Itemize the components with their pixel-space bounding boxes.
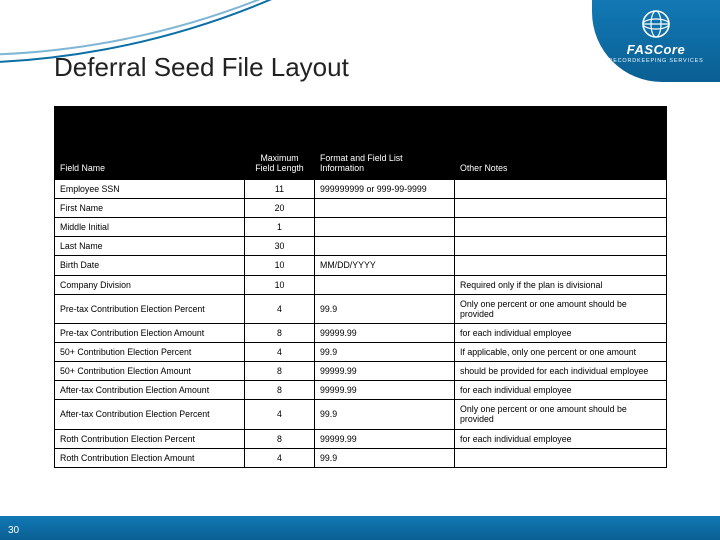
td-field-name: Roth Contribution Election Percent: [55, 429, 245, 448]
table-row: Birth Date10MM/DD/YYYY: [55, 256, 667, 275]
td-field-name: 50+ Contribution Election Percent: [55, 342, 245, 361]
td-field-name: After-tax Contribution Election Percent: [55, 400, 245, 429]
td-format: 99999.99: [315, 323, 455, 342]
table-row: Last Name30: [55, 237, 667, 256]
th-field-name: Field Name: [55, 107, 245, 180]
td-max-length: 8: [245, 429, 315, 448]
td-max-length: 8: [245, 323, 315, 342]
td-notes: [455, 256, 667, 275]
brand-subtitle: RECORDKEEPING SERVICES: [592, 58, 720, 64]
td-max-length: 10: [245, 275, 315, 294]
td-notes: should be provided for each individual e…: [455, 362, 667, 381]
td-field-name: 50+ Contribution Election Amount: [55, 362, 245, 381]
table-row: After-tax Contribution Election Amount89…: [55, 381, 667, 400]
td-format: [315, 275, 455, 294]
td-notes: Only one percent or one amount should be…: [455, 294, 667, 323]
td-notes: for each individual employee: [455, 381, 667, 400]
td-notes: for each individual employee: [455, 323, 667, 342]
td-format: 99999.99: [315, 362, 455, 381]
td-notes: [455, 218, 667, 237]
td-format: 99.9: [315, 400, 455, 429]
td-field-name: Employee SSN: [55, 180, 245, 199]
page-number: 30: [8, 525, 19, 536]
td-notes: Required only if the plan is divisional: [455, 275, 667, 294]
td-format: [315, 199, 455, 218]
td-format: 99999.99: [315, 429, 455, 448]
td-field-name: Birth Date: [55, 256, 245, 275]
table-row: Middle Initial1: [55, 218, 667, 237]
td-format: MM/DD/YYYY: [315, 256, 455, 275]
td-max-length: 20: [245, 199, 315, 218]
td-field-name: Last Name: [55, 237, 245, 256]
td-format: 99.9: [315, 294, 455, 323]
td-format: 99.9: [315, 448, 455, 467]
td-field-name: First Name: [55, 199, 245, 218]
globe-icon: [638, 8, 674, 40]
th-format: Format and Field List Information: [315, 107, 455, 180]
brand-badge: FASCore RECORDKEEPING SERVICES: [592, 0, 720, 82]
td-format: 999999999 or 999-99-9999: [315, 180, 455, 199]
td-field-name: Pre-tax Contribution Election Amount: [55, 323, 245, 342]
table-row: 50+ Contribution Election Amount899999.9…: [55, 362, 667, 381]
table-row: Company Division10 Required only if the p…: [55, 275, 667, 294]
td-max-length: 11: [245, 180, 315, 199]
td-notes: Only one percent or one amount should be…: [455, 400, 667, 429]
td-max-length: 4: [245, 400, 315, 429]
td-max-length: 8: [245, 362, 315, 381]
table-row: After-tax Contribution Election Percent4…: [55, 400, 667, 429]
td-field-name: Middle Initial: [55, 218, 245, 237]
td-field-name: After-tax Contribution Election Amount: [55, 381, 245, 400]
td-notes: If applicable, only one percent or one a…: [455, 342, 667, 361]
td-format: 99.9: [315, 342, 455, 361]
td-notes: for each individual employee: [455, 429, 667, 448]
page-title: Deferral Seed File Layout: [54, 52, 349, 83]
td-field-name: Pre-tax Contribution Election Percent: [55, 294, 245, 323]
td-format: 99999.99: [315, 381, 455, 400]
table-row: Pre-tax Contribution Election Amount8999…: [55, 323, 667, 342]
table-row: First Name20: [55, 199, 667, 218]
table-row: Roth Contribution Election Amount499.9: [55, 448, 667, 467]
th-max-length: Maximum Field Length: [245, 107, 315, 180]
td-format: [315, 218, 455, 237]
td-notes: [455, 448, 667, 467]
td-max-length: 4: [245, 342, 315, 361]
td-notes: [455, 237, 667, 256]
td-field-name: Roth Contribution Election Amount: [55, 448, 245, 467]
table-row: Pre-tax Contribution Election Percent499…: [55, 294, 667, 323]
td-field-name: Company Division: [55, 275, 245, 294]
td-max-length: 4: [245, 448, 315, 467]
th-notes: Other Notes: [455, 107, 667, 180]
table-header-row: Field Name Maximum Field Length Format a…: [55, 107, 667, 180]
td-max-length: 1: [245, 218, 315, 237]
td-notes: [455, 180, 667, 199]
brand-name: FASCore: [592, 42, 720, 57]
td-max-length: 30: [245, 237, 315, 256]
td-max-length: 10: [245, 256, 315, 275]
td-format: [315, 237, 455, 256]
td-max-length: 8: [245, 381, 315, 400]
td-notes: [455, 199, 667, 218]
footer-band: 30: [0, 516, 720, 540]
table-row: Roth Contribution Election Percent899999…: [55, 429, 667, 448]
table-row: 50+ Contribution Election Percent499.9If…: [55, 342, 667, 361]
td-max-length: 4: [245, 294, 315, 323]
slide: FASCore RECORDKEEPING SERVICES Deferral …: [0, 0, 720, 540]
table-row: Employee SSN11999999999 or 999-99-9999: [55, 180, 667, 199]
layout-table: Field Name Maximum Field Length Format a…: [54, 106, 666, 468]
